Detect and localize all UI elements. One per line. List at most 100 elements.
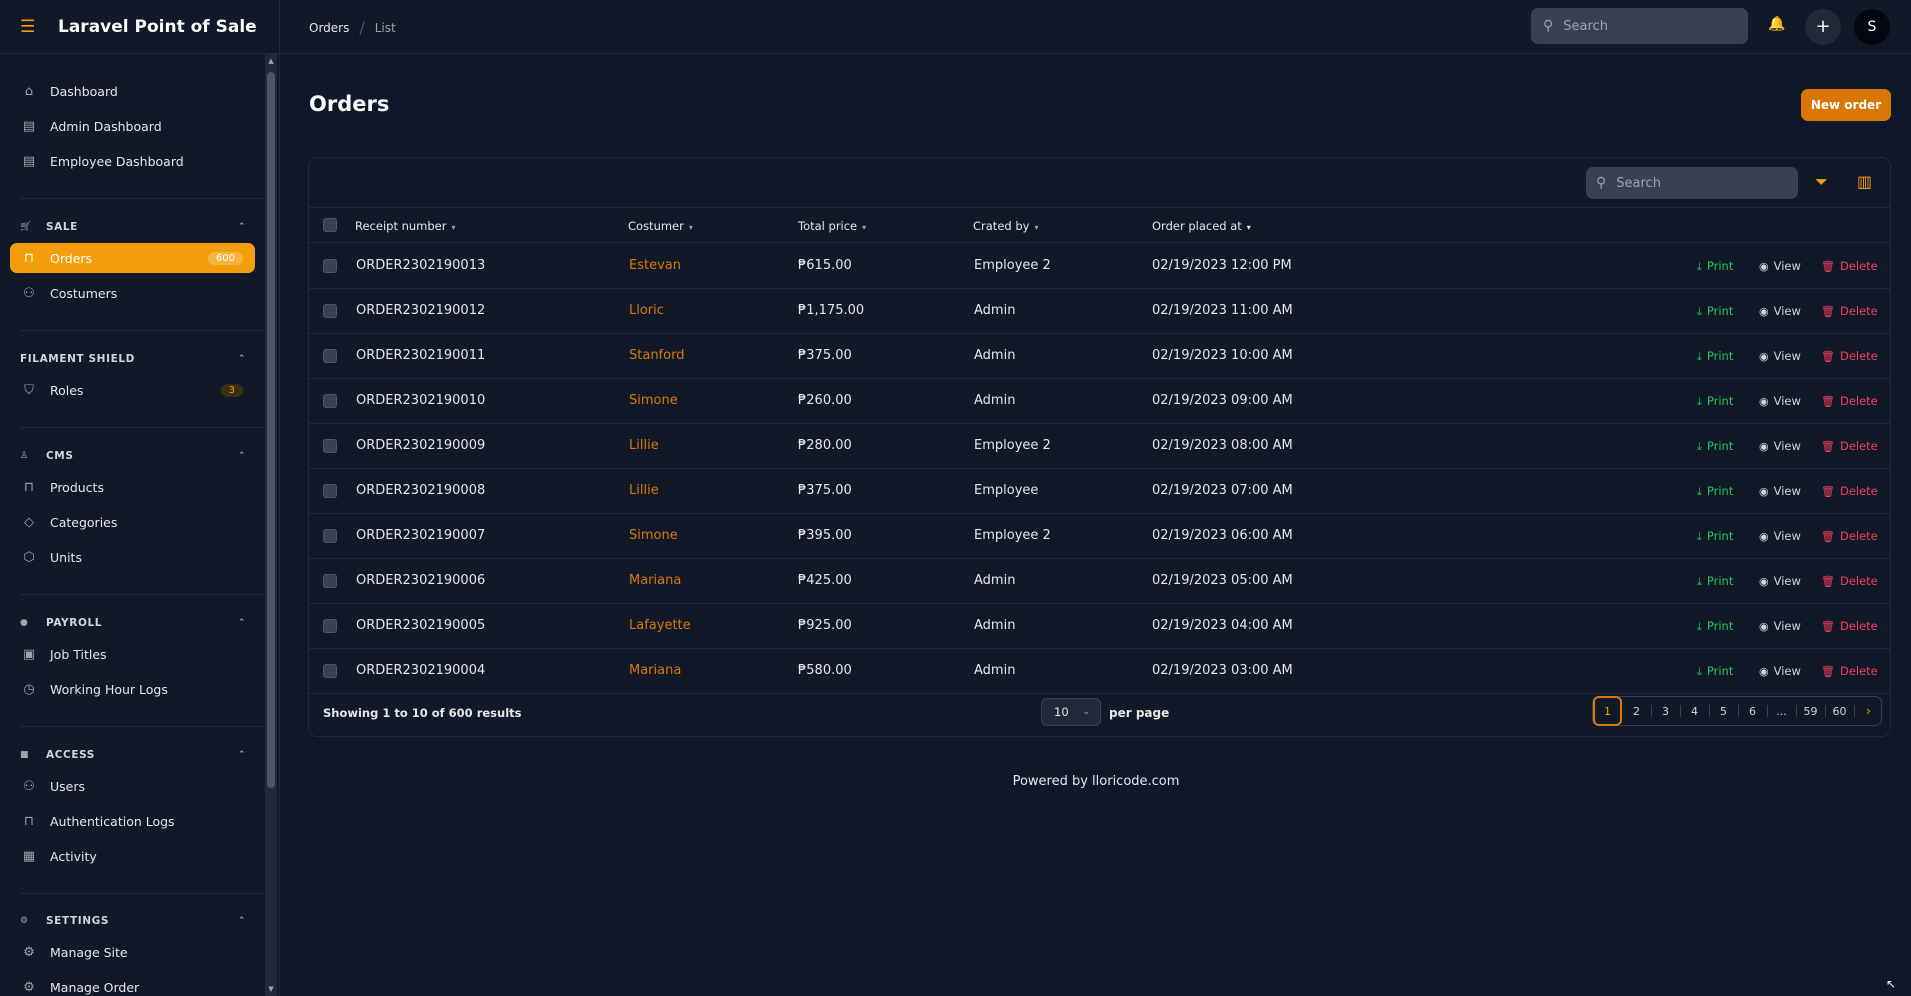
delete-button[interactable]: 🗑 Delete [1821, 439, 1878, 453]
group-cms[interactable]: ♙ CMS ⌃ [20, 446, 246, 466]
print-button[interactable]: ⤓ Print [1697, 664, 1733, 679]
col-crated-by[interactable]: Crated by ▾ [973, 219, 1038, 233]
row-checkbox[interactable] [323, 529, 337, 543]
view-button[interactable]: ◉ View [1759, 259, 1801, 273]
row-checkbox[interactable] [323, 574, 337, 588]
collapse-menu-icon[interactable]: ☰ [20, 17, 40, 37]
customer-link[interactable]: Simone [629, 393, 678, 408]
customer-link[interactable]: Stanford [629, 348, 684, 363]
sidebar-item-working-hour-logs[interactable]: ◷ Working Hour Logs [10, 674, 255, 704]
view-button[interactable]: ◉ View [1759, 304, 1801, 318]
sidebar-item-employee-dashboard[interactable]: ▤ Employee Dashboard [10, 146, 255, 176]
sidebar-item-admin-dashboard[interactable]: ▤ Admin Dashboard [10, 111, 255, 141]
select-all-checkbox[interactable] [323, 218, 337, 232]
group-filament-shield[interactable]: FILAMENT SHIELD ⌃ [20, 349, 246, 369]
print-button[interactable]: ⤓ Print [1697, 619, 1733, 634]
row-checkbox[interactable] [323, 304, 337, 318]
delete-button[interactable]: 🗑 Delete [1821, 304, 1878, 318]
page-59[interactable]: 59 [1796, 696, 1825, 726]
view-button[interactable]: ◉ View [1759, 574, 1801, 588]
row-checkbox[interactable] [323, 484, 337, 498]
sidebar-item-orders[interactable]: ⊓ Orders 600 [10, 243, 255, 273]
sidebar-item-manage-order[interactable]: ⚙ Manage Order [10, 972, 255, 996]
view-button[interactable]: ◉ View [1759, 484, 1801, 498]
customer-link[interactable]: Lillie [629, 438, 659, 453]
row-checkbox[interactable] [323, 619, 337, 633]
page-60[interactable]: 60 [1825, 696, 1854, 726]
table-row[interactable]: ORDER2302190004 Mariana ₱580.00 Admin 02/19/… [309, 649, 1890, 694]
sidebar-item-authentication-logs[interactable]: ⊓ Authentication Logs [10, 806, 255, 836]
group-settings[interactable]: ⚙ SETTINGS ⌃ [20, 911, 246, 931]
delete-button[interactable]: 🗑 Delete [1821, 484, 1878, 498]
row-checkbox[interactable] [323, 439, 337, 453]
customer-link[interactable]: Mariana [629, 573, 681, 588]
global-search-input[interactable] [1563, 18, 1724, 34]
row-checkbox[interactable] [323, 259, 337, 273]
col-order-placed-at[interactable]: Order placed at ▾ [1152, 219, 1251, 233]
sidebar-item-products[interactable]: ⊓ Products [10, 472, 255, 502]
table-row[interactable]: ORDER2302190009 Lillie ₱280.00 Employee 2 02… [309, 424, 1890, 469]
print-button[interactable]: ⤓ Print [1697, 574, 1733, 589]
view-button[interactable]: ◉ View [1759, 439, 1801, 453]
avatar[interactable]: S [1854, 9, 1890, 45]
view-button[interactable]: ◉ View [1759, 529, 1801, 543]
table-row[interactable]: ORDER2302190011 Stanford ₱375.00 Admin 02/19… [309, 334, 1890, 379]
print-button[interactable]: ⤓ Print [1697, 304, 1733, 319]
table-row[interactable]: ORDER2302190005 Lafayette ₱925.00 Admin 02/1… [309, 604, 1890, 649]
delete-button[interactable]: 🗑 Delete [1821, 529, 1878, 543]
delete-button[interactable]: 🗑 Delete [1821, 574, 1878, 588]
table-row[interactable]: ORDER2302190006 Mariana ₱425.00 Admin 02/19/… [309, 559, 1890, 604]
customer-link[interactable]: Lafayette [629, 618, 691, 633]
sidebar-item-activity[interactable]: ▦ Activity [10, 841, 255, 871]
col-total-price[interactable]: Total price ▾ [798, 219, 866, 233]
col-costumer[interactable]: Costumer ▾ [628, 219, 693, 233]
delete-button[interactable]: 🗑 Delete [1821, 619, 1878, 633]
customer-link[interactable]: Lillie [629, 483, 659, 498]
group-payroll[interactable]: ● PAYROLL ⌃ [20, 613, 246, 633]
sidebar-item-manage-site[interactable]: ⚙ Manage Site [10, 937, 255, 967]
col-receipt-number[interactable]: Receipt number ▾ [355, 219, 456, 233]
page-1[interactable]: 1 [1593, 696, 1622, 726]
next-page-icon[interactable]: › [1854, 696, 1883, 726]
filter-icon[interactable]: ⏷ [1815, 172, 1828, 192]
page-4[interactable]: 4 [1680, 696, 1709, 726]
sidebar-item-dashboard[interactable]: ⌂ Dashboard [10, 76, 255, 106]
customer-link[interactable]: Estevan [629, 258, 681, 273]
page-2[interactable]: 2 [1622, 696, 1651, 726]
sidebar-scrollbar[interactable]: ▲ ▼ [265, 54, 277, 996]
print-button[interactable]: ⤓ Print [1697, 439, 1733, 454]
bell-icon[interactable]: 🔔 [1768, 16, 1785, 32]
table-row[interactable]: ORDER2302190010 Simone ₱260.00 Admin 02/19/2… [309, 379, 1890, 424]
page-6[interactable]: 6 [1738, 696, 1767, 726]
page-5[interactable]: 5 [1709, 696, 1738, 726]
brand-name[interactable]: Laravel Point of Sale [58, 17, 257, 37]
table-row[interactable]: ORDER2302190012 Lloric ₱1,175.00 Admin 02/19… [309, 289, 1890, 334]
scroll-up-icon[interactable]: ▲ [265, 54, 277, 68]
customer-link[interactable]: Mariana [629, 663, 681, 678]
print-button[interactable]: ⤓ Print [1697, 349, 1733, 364]
new-order-button[interactable]: New order [1801, 89, 1891, 121]
view-button[interactable]: ◉ View [1759, 664, 1801, 678]
page-3[interactable]: 3 [1651, 696, 1680, 726]
row-checkbox[interactable] [323, 394, 337, 408]
delete-button[interactable]: 🗑 Delete [1821, 259, 1878, 273]
row-checkbox[interactable] [323, 349, 337, 363]
table-row[interactable]: ORDER2302190007 Simone ₱395.00 Employee 2 02… [309, 514, 1890, 559]
quick-add-button[interactable]: + [1805, 9, 1841, 45]
sidebar-item-units[interactable]: ⬡ Units [10, 542, 255, 572]
table-search[interactable]: ⚲ [1586, 167, 1798, 199]
print-button[interactable]: ⤓ Print [1697, 484, 1733, 499]
breadcrumb-orders[interactable]: Orders [309, 21, 349, 35]
view-button[interactable]: ◉ View [1759, 619, 1801, 633]
customer-link[interactable]: Simone [629, 528, 678, 543]
group-sale[interactable]: 🛒 SALE ⌃ [20, 217, 246, 237]
view-button[interactable]: ◉ View [1759, 394, 1801, 408]
global-search[interactable]: ⚲ [1531, 8, 1748, 44]
sidebar-item-categories[interactable]: ◇ Categories [10, 507, 255, 537]
delete-button[interactable]: 🗑 Delete [1821, 349, 1878, 363]
row-checkbox[interactable] [323, 664, 337, 678]
breadcrumb-list[interactable]: List [375, 21, 396, 35]
table-row[interactable]: ORDER2302190008 Lillie ₱375.00 Employee 02/1… [309, 469, 1890, 514]
sidebar-item-costumers[interactable]: ⚇ Costumers [10, 278, 255, 308]
scrollbar-thumb[interactable] [267, 72, 275, 788]
